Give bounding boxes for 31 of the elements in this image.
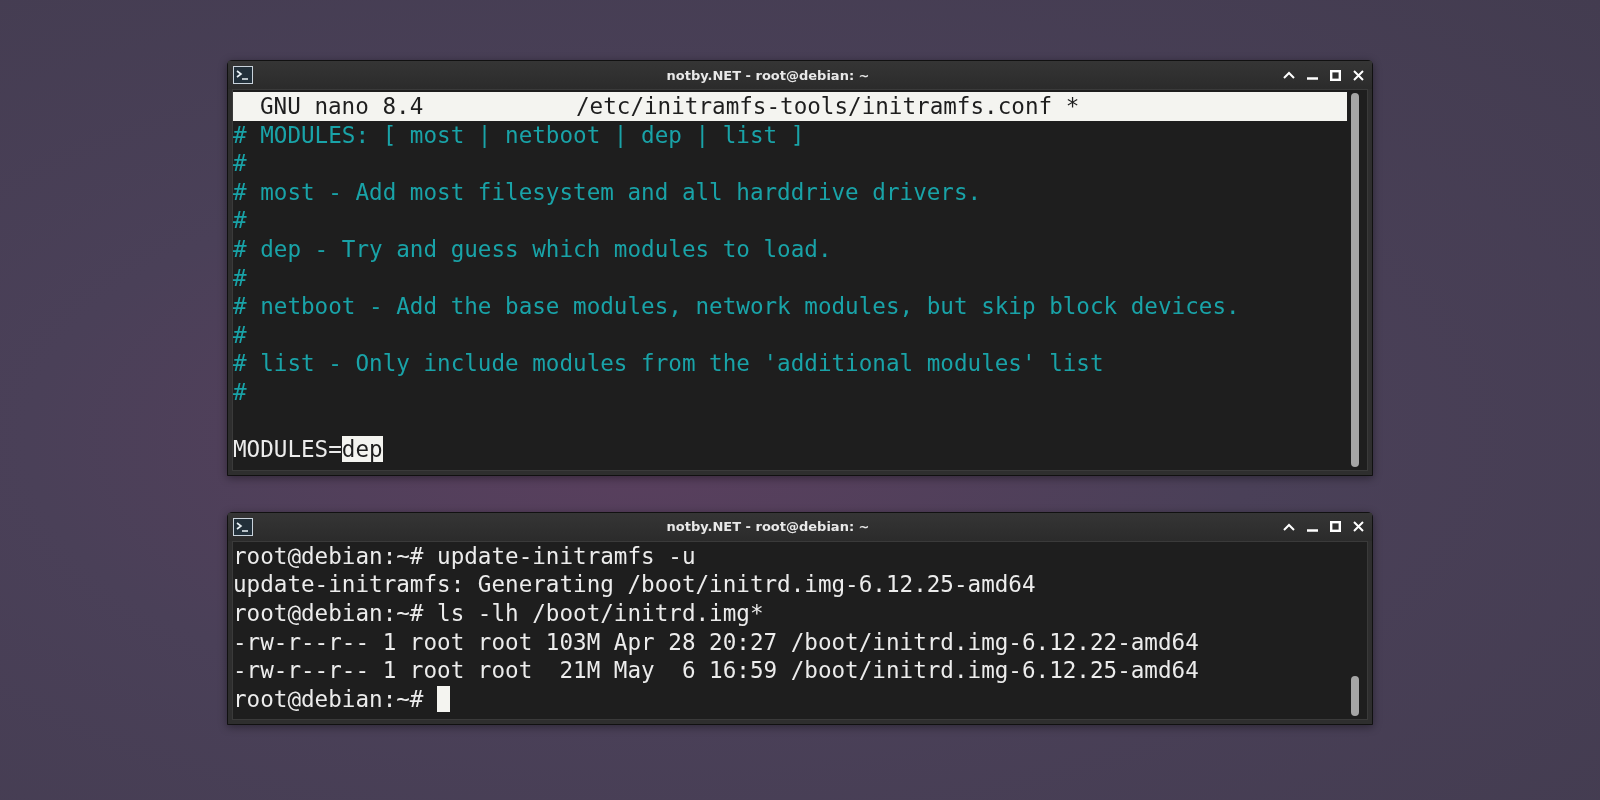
maximize-icon[interactable] <box>1330 69 1341 81</box>
close-icon[interactable] <box>1353 521 1364 533</box>
terminal-icon <box>233 517 253 536</box>
terminal-icon <box>233 66 253 84</box>
terminal-line: -rw-r--r-- 1 root root 103M Apr 28 20:27 /boot/initrd.img-6.12.22-amd64 <box>233 627 1200 657</box>
terminal-line: update-initramfs: Generating /boot/initrd.img-6.12.25-amd64 <box>233 570 1037 599</box>
file-name: /etc/initramfs-tools/initramfs.conf * <box>576 92 1080 121</box>
terminal-line: root@debian:~# update-initramfs -u <box>233 541 697 571</box>
window-title: notby.NET - root@debian: ~ <box>665 67 871 83</box>
close-icon[interactable] <box>1353 69 1364 81</box>
terminal-line: -rw-r--r-- 1 root root 21M May 6 16:59 /boot/initrd.img-6.12.25-amd64 <box>233 656 1200 685</box>
comment-line: # <box>233 149 248 178</box>
comment-line: # MODULES: [ most | netboot | dep | list ] <box>233 120 806 150</box>
maximize-icon[interactable] <box>1330 521 1341 533</box>
terminal-line: root@debian:~# ls -lh /boot/initrd.img* <box>233 598 765 628</box>
comment-line: # dep - Try and guess which modules to load. <box>233 234 833 264</box>
comment-line: # <box>233 320 248 350</box>
comment-line: # list - Only include modules from the 'additional modules' list <box>233 349 1105 378</box>
comment-line: # <box>233 377 248 407</box>
comment-line: # <box>233 263 248 293</box>
nano-version: GNU nano 8.4 <box>259 92 425 121</box>
code-text: MODULES= <box>233 436 342 463</box>
chevron-up-icon[interactable] <box>1283 522 1295 531</box>
comment-line: # netboot - Add the base modules, network modules, but skip block devices. <box>233 292 1241 321</box>
comment-line: # most - Add most filesystem and all harddrive drivers. <box>233 177 983 207</box>
terminal-prompt: root@debian:~# <box>233 685 424 712</box>
selected-text: dep <box>341 436 383 463</box>
text-cursor <box>437 685 451 712</box>
comment-line: # <box>233 206 248 235</box>
chevron-up-icon[interactable] <box>1283 71 1295 79</box>
window-title: notby.NET - root@debian: ~ <box>665 519 871 535</box>
